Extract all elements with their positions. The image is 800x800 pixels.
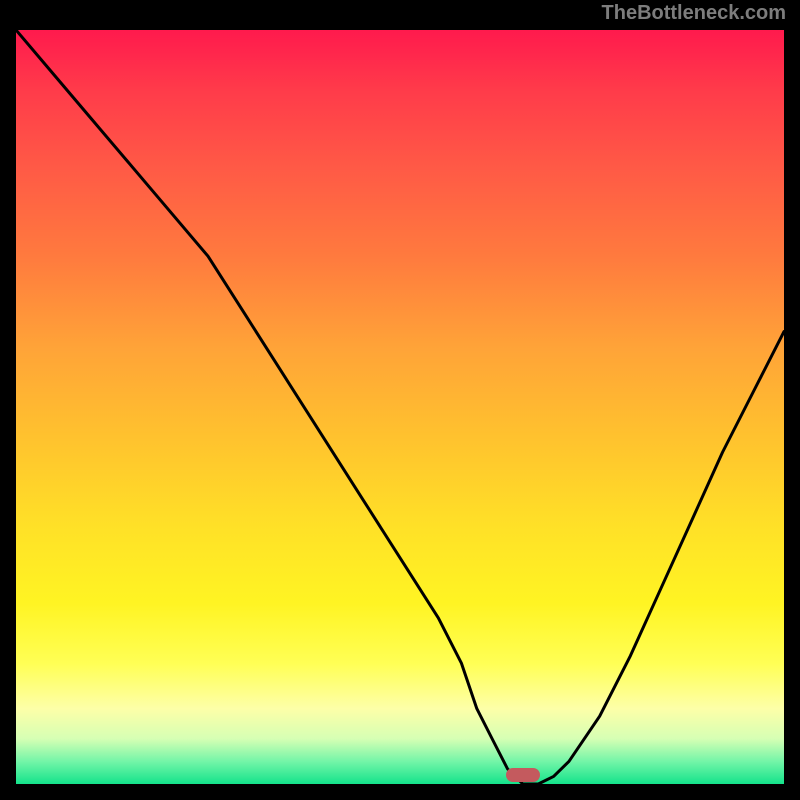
plot-area <box>14 28 786 786</box>
bottleneck-curve <box>16 30 784 784</box>
chart-stage: TheBottleneck.com <box>0 0 800 800</box>
optimal-marker <box>506 768 540 782</box>
watermark-text: TheBottleneck.com <box>602 2 786 25</box>
